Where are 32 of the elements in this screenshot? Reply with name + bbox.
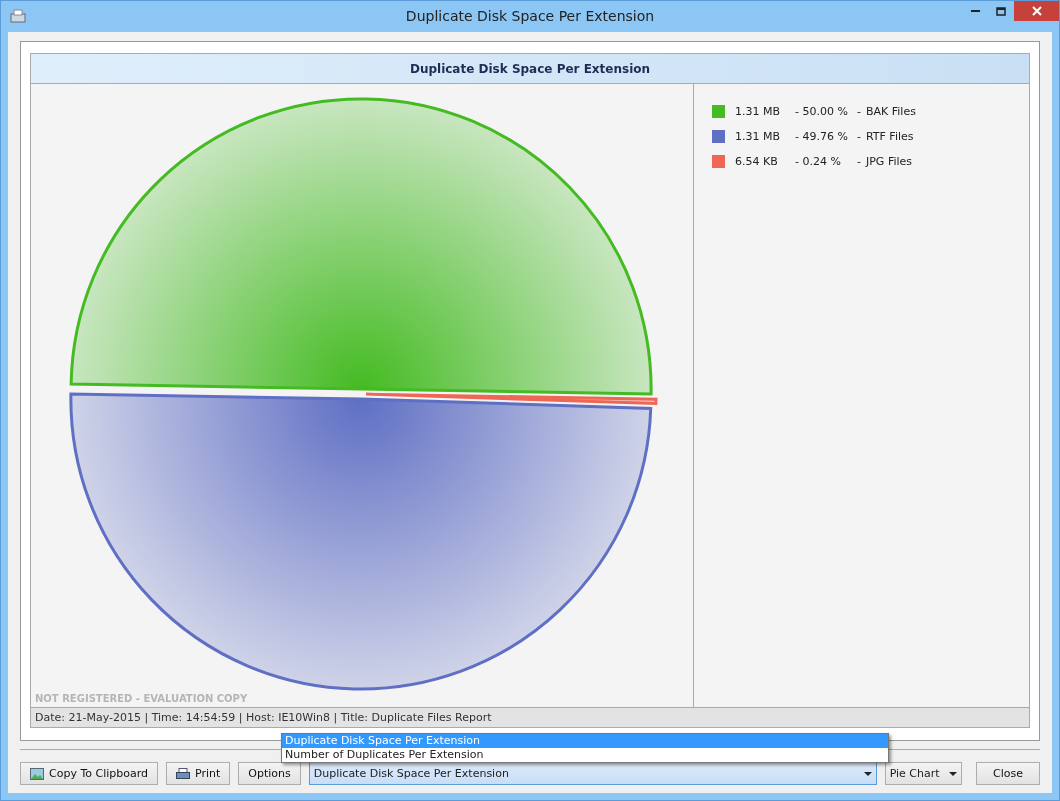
copy-button[interactable]: Copy To Clipboard [20, 762, 159, 785]
legend-size: 6.54 KB [735, 155, 779, 168]
legend-percent: - 49.76 % [795, 130, 849, 143]
report-info: Date: 21-May-2015 | Time: 14:54:59 | Host: IE10Win8 | Title: Duplicate Files Report [35, 711, 492, 724]
legend-label: BAK Files [866, 105, 916, 118]
chart-type-dropdown[interactable]: Pie Chart [884, 762, 963, 785]
evaluation-notice: NOT REGISTERED - EVALUATION COPY [35, 693, 248, 704]
legend-label: RTF Files [866, 130, 914, 143]
window-title: Duplicate Disk Space Per Extension [405, 8, 655, 24]
close-dialog-button[interactable]: Close [976, 762, 1040, 785]
maximize-icon [996, 6, 1006, 16]
dropdown-option[interactable]: Number of Duplicates Per Extension [282, 748, 888, 762]
caret-icon [863, 771, 872, 776]
legend-percent: - 0.24 % [795, 155, 842, 168]
legend-dash: - [857, 130, 861, 143]
caret-icon [949, 771, 958, 776]
close-icon [1031, 6, 1042, 16]
printer-icon [176, 767, 191, 780]
print-button[interactable]: Print [166, 762, 231, 785]
minimize-icon [970, 10, 980, 12]
legend-size: 1.31 MB [735, 130, 782, 143]
legend-percent: - 50.00 % [795, 105, 849, 118]
legend-label: JPG Files [866, 155, 913, 168]
app-icon [10, 9, 26, 23]
legend-dash: - [857, 155, 861, 168]
chart-title: Duplicate Disk Space Per Extension [409, 61, 651, 76]
legend-dash: - [857, 105, 861, 118]
picture-icon [30, 767, 44, 780]
options-button[interactable]: Options [238, 762, 301, 785]
report-dropdown[interactable]: Duplicate Disk Space Per Extension [308, 762, 877, 785]
close-button[interactable] [1014, 1, 1059, 21]
legend-size: 1.31 MB [735, 105, 782, 118]
